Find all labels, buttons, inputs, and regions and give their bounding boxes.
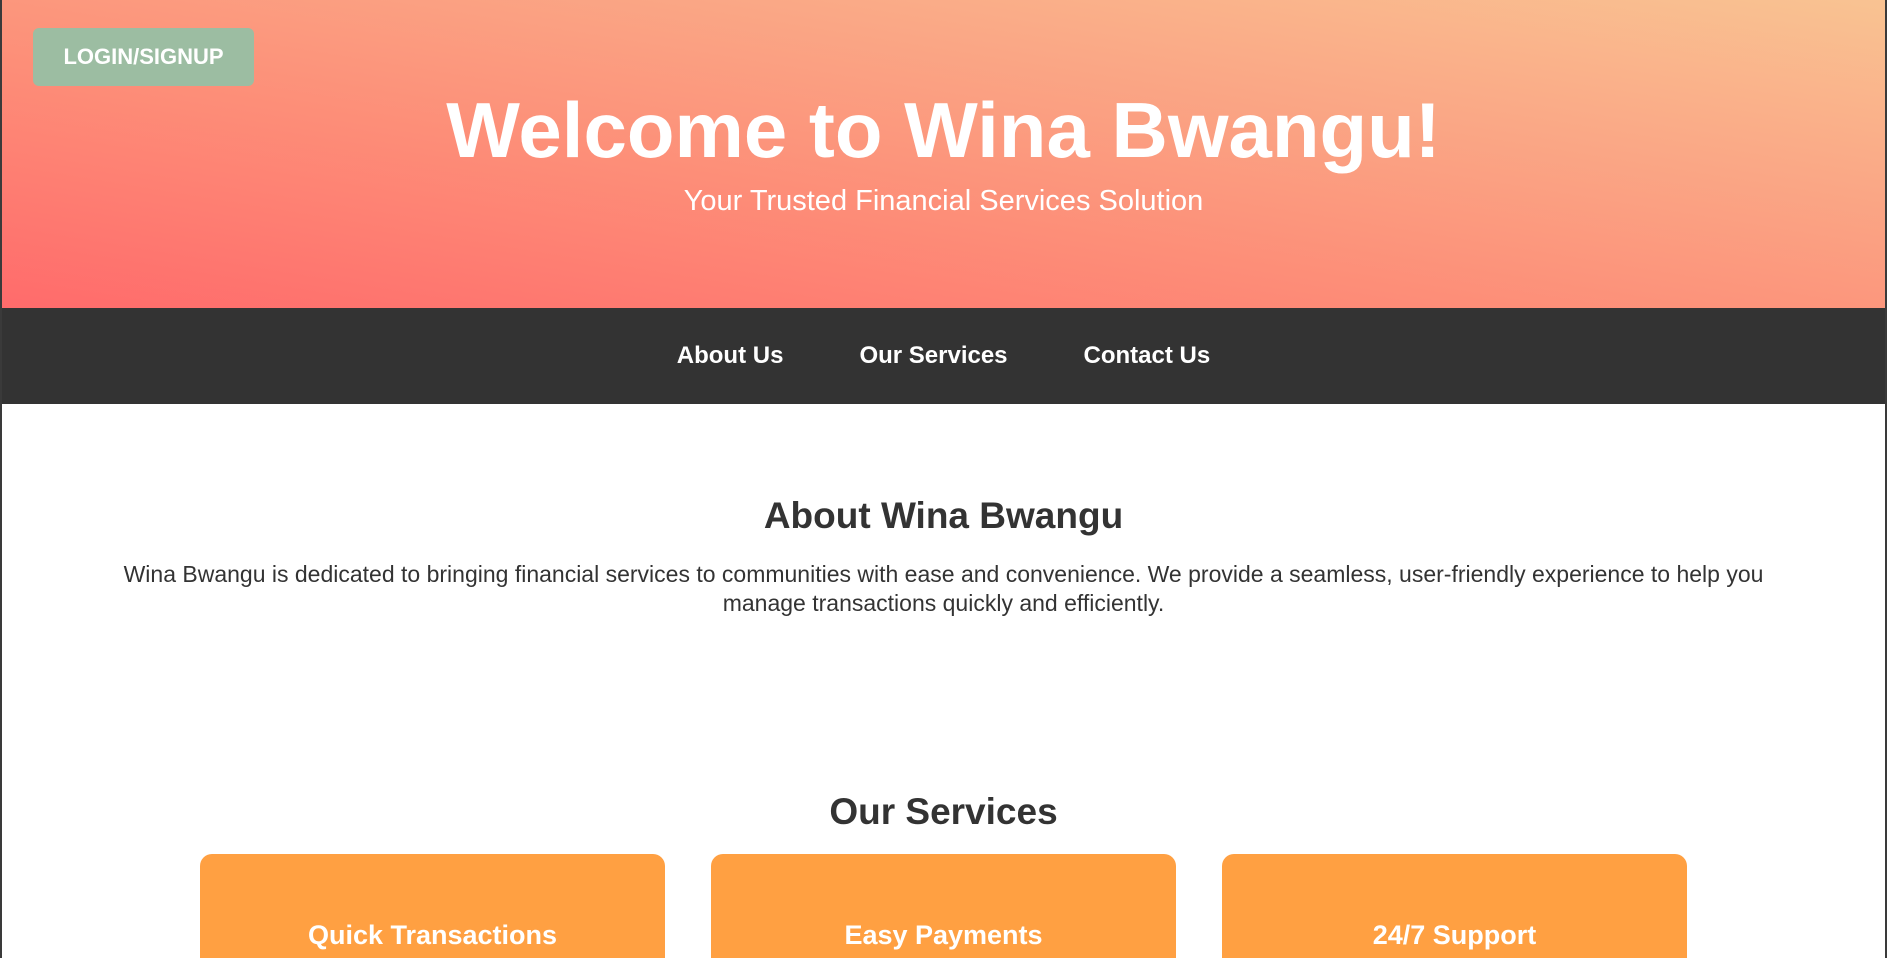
services-section: Our Services Quick Transactions Easy Pay… (2, 790, 1885, 958)
main-nav: About Us Our Services Contact Us (2, 308, 1885, 404)
nav-link-about-us[interactable]: About Us (677, 342, 784, 370)
page: LOGIN/SIGNUP Welcome to Wina Bwangu! You… (0, 0, 1887, 958)
service-card-support: 24/7 Support (1222, 854, 1687, 958)
service-card-title: 24/7 Support (1372, 920, 1537, 950)
page-title: Welcome to Wina Bwangu! (446, 86, 1441, 174)
about-text: Wina Bwangu is dedicated to bringing fin… (123, 561, 1764, 616)
nav-link-our-services[interactable]: Our Services (859, 342, 1007, 370)
about-heading: About Wina Bwangu (763, 495, 1124, 536)
services-heading: Our Services (829, 791, 1058, 832)
nav-link-contact-us[interactable]: Contact Us (1084, 342, 1211, 370)
page-subtitle: Your Trusted Financial Services Solution (683, 185, 1204, 217)
about-section: About Wina Bwangu Wina Bwangu is dedicat… (2, 494, 1885, 618)
service-card-easy-payments: Easy Payments (711, 854, 1176, 958)
login-signup-button[interactable]: LOGIN/SIGNUP (33, 28, 254, 86)
service-card-title: Easy Payments (844, 920, 1043, 950)
service-cards: Quick Transactions Easy Payments 24/7 Su… (2, 854, 1885, 958)
service-card-title: Quick Transactions (307, 920, 558, 950)
hero-header: LOGIN/SIGNUP Welcome to Wina Bwangu! You… (2, 0, 1885, 308)
service-card-quick-transactions: Quick Transactions (200, 854, 665, 958)
